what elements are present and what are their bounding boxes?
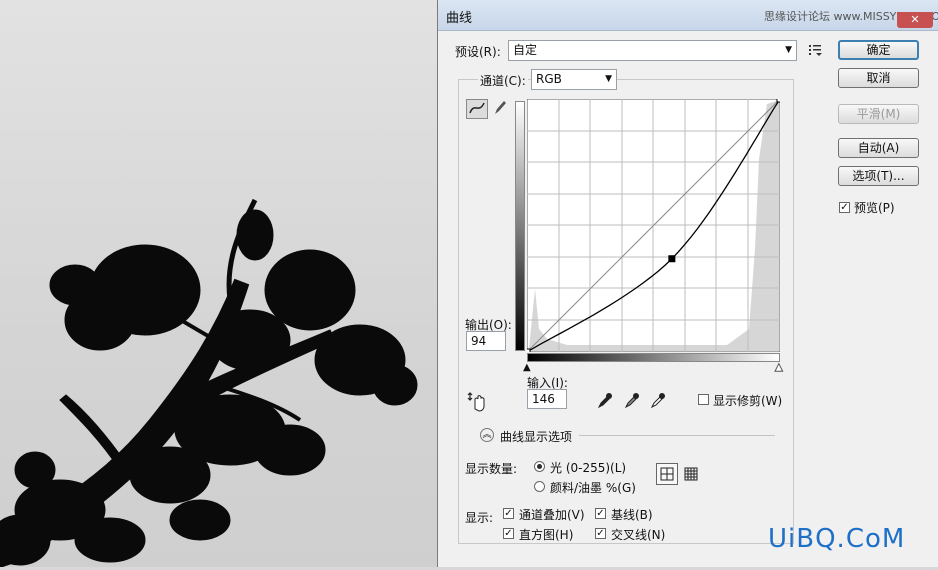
detailed-grid-icon[interactable] bbox=[683, 466, 699, 482]
chevron-down-icon: ▼ bbox=[785, 45, 792, 55]
dialog-title: 曲线 bbox=[446, 11, 473, 26]
preset-label: 预设(R): bbox=[455, 45, 501, 59]
ok-button[interactable]: 确定 bbox=[838, 40, 919, 60]
black-point-slider[interactable]: ▲ bbox=[523, 363, 531, 373]
show-clipping-checkbox[interactable] bbox=[698, 394, 709, 405]
title-bar: 曲线 思缘设计论坛 www.MISSYUAN.COM ✕ bbox=[438, 0, 938, 31]
chevron-down-icon: ▼ bbox=[605, 74, 612, 84]
simple-grid-button[interactable] bbox=[656, 463, 678, 485]
preset-options-icon[interactable] bbox=[808, 43, 824, 57]
baseline-label: 基线(B) bbox=[611, 508, 653, 522]
channel-overlays-label: 通道叠加(V) bbox=[519, 508, 585, 522]
light-radio[interactable] bbox=[534, 461, 545, 472]
output-gradient-bar bbox=[515, 101, 525, 351]
preset-value: 自定 bbox=[513, 43, 538, 57]
intersection-label: 交叉线(N) bbox=[611, 528, 666, 542]
curve-control-point[interactable] bbox=[668, 255, 676, 263]
cancel-button[interactable]: 取消 bbox=[838, 68, 919, 88]
curve-graph[interactable] bbox=[527, 99, 780, 352]
tree-silhouette-image bbox=[0, 198, 418, 569]
show-label: 显示: bbox=[465, 511, 494, 525]
curves-dialog: 曲线 思缘设计论坛 www.MISSYUAN.COM ✕ 预设(R): 自定 ▼… bbox=[437, 0, 938, 567]
preset-select[interactable]: 自定 ▼ bbox=[508, 40, 797, 61]
pigment-radio[interactable] bbox=[534, 481, 545, 492]
light-label: 光 (0-255)(L) bbox=[550, 461, 627, 475]
simple-grid-icon bbox=[660, 467, 674, 481]
preview-checkbox[interactable]: ✓ bbox=[839, 202, 850, 213]
black-eyedropper-icon[interactable] bbox=[596, 391, 614, 409]
close-icon[interactable]: ✕ bbox=[897, 12, 933, 28]
display-options-title: 曲线显示选项 bbox=[500, 430, 573, 444]
input-field[interactable]: 146 bbox=[527, 389, 567, 409]
image-canvas bbox=[0, 0, 440, 569]
output-field[interactable]: 94 bbox=[466, 331, 506, 351]
white-eyedropper-icon[interactable] bbox=[649, 391, 667, 409]
intersection-checkbox[interactable]: ✓ bbox=[595, 528, 606, 539]
histogram-checkbox[interactable]: ✓ bbox=[503, 528, 514, 539]
show-clipping-label: 显示修剪(W) bbox=[713, 394, 783, 408]
collapse-options-icon[interactable]: ︽ bbox=[480, 428, 494, 442]
show-amount-label: 显示数量: bbox=[465, 462, 518, 476]
divider bbox=[579, 435, 775, 436]
curve-control-point[interactable] bbox=[527, 348, 531, 352]
pigment-label: 颜料/油墨 %(G) bbox=[550, 481, 636, 495]
curve-control-point[interactable] bbox=[776, 99, 780, 103]
on-image-adjust-icon[interactable] bbox=[466, 390, 488, 412]
baseline-checkbox[interactable]: ✓ bbox=[595, 508, 606, 519]
auto-button[interactable]: 自动(A) bbox=[838, 138, 919, 158]
curve-tool-icon[interactable] bbox=[466, 99, 488, 119]
preview-label: 预览(P) bbox=[854, 201, 895, 215]
channel-value: RGB bbox=[536, 72, 562, 86]
input-gradient-bar bbox=[527, 353, 780, 362]
pencil-icon[interactable] bbox=[492, 99, 508, 117]
bottom-watermark: UiBQ.CoM bbox=[768, 524, 906, 554]
options-button[interactable]: 选项(T)... bbox=[838, 166, 919, 186]
channel-select[interactable]: RGB ▼ bbox=[531, 69, 617, 90]
smooth-button[interactable]: 平滑(M) bbox=[838, 104, 919, 124]
channel-label: 通道(C): bbox=[478, 72, 528, 89]
white-point-slider[interactable]: ▲ bbox=[775, 362, 784, 373]
gray-eyedropper-icon[interactable] bbox=[623, 391, 641, 409]
channel-overlays-checkbox[interactable]: ✓ bbox=[503, 508, 514, 519]
histogram-label: 直方图(H) bbox=[519, 528, 574, 542]
